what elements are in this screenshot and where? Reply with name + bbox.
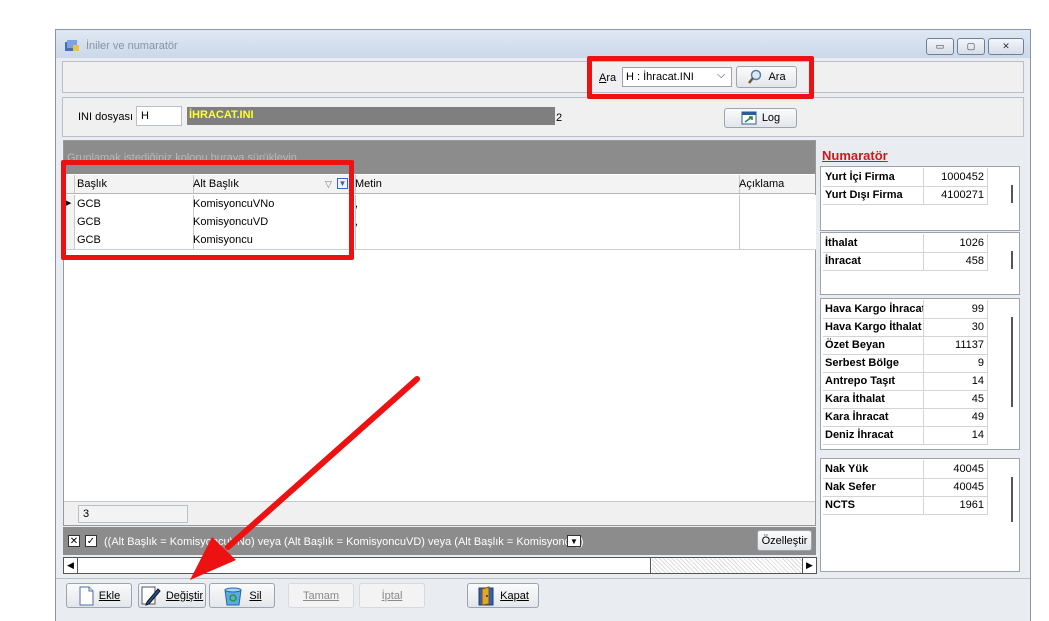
- annotation-arrow: [190, 376, 420, 580]
